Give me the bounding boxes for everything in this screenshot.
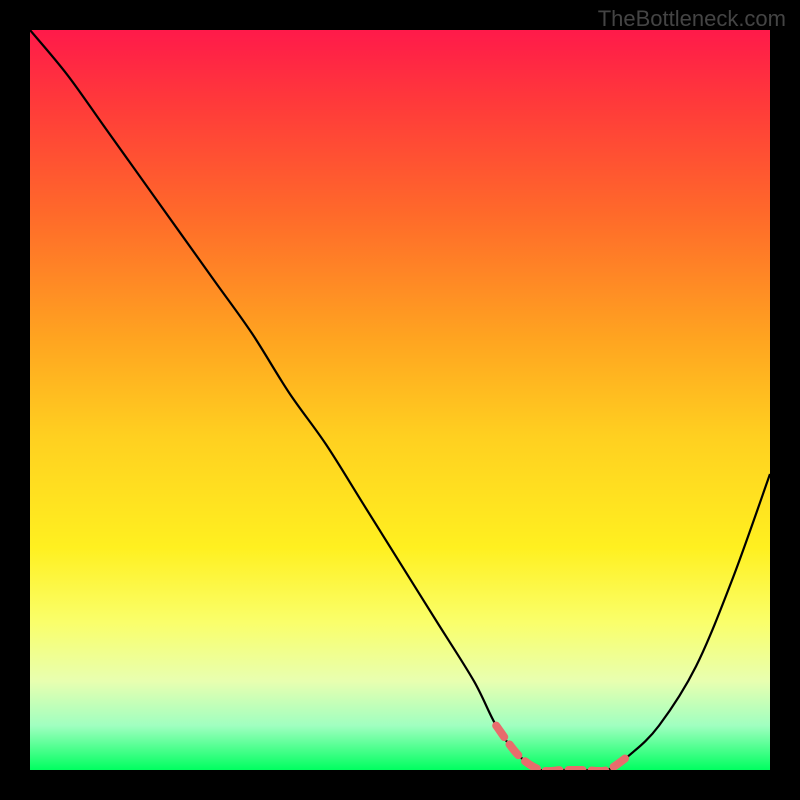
- curve-path: [30, 30, 770, 770]
- bottleneck-curve: [30, 30, 770, 770]
- chart-plot-area: [30, 30, 770, 770]
- watermark-text: TheBottleneck.com: [598, 6, 786, 32]
- optimal-range-highlight: [496, 726, 629, 770]
